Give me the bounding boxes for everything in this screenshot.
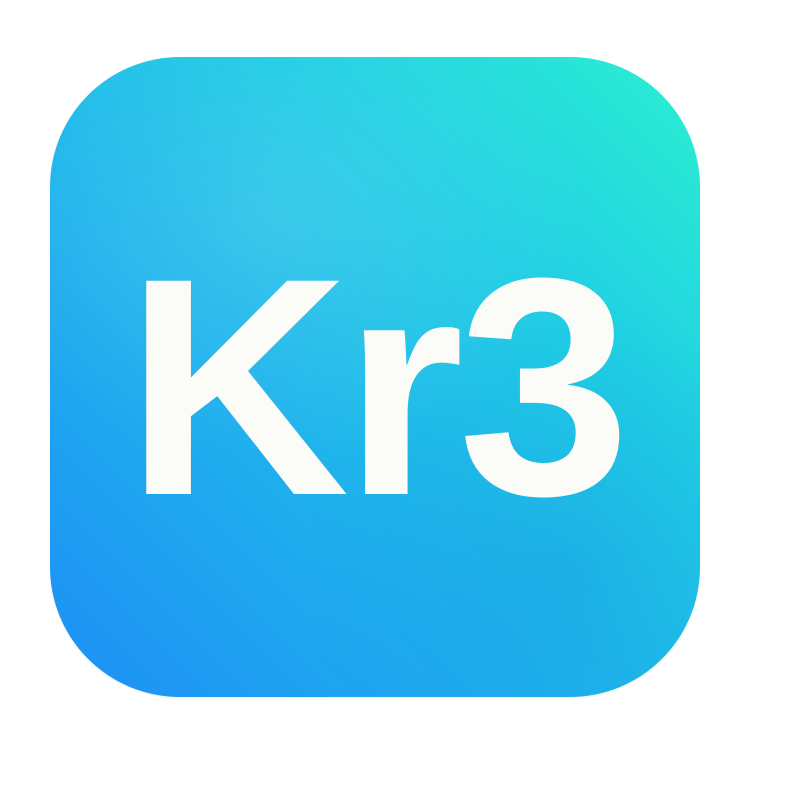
app-icon-label: Kr3: [125, 213, 631, 560]
canvas: Kr3: [0, 0, 800, 800]
app-icon[interactable]: Kr3: [50, 57, 700, 697]
